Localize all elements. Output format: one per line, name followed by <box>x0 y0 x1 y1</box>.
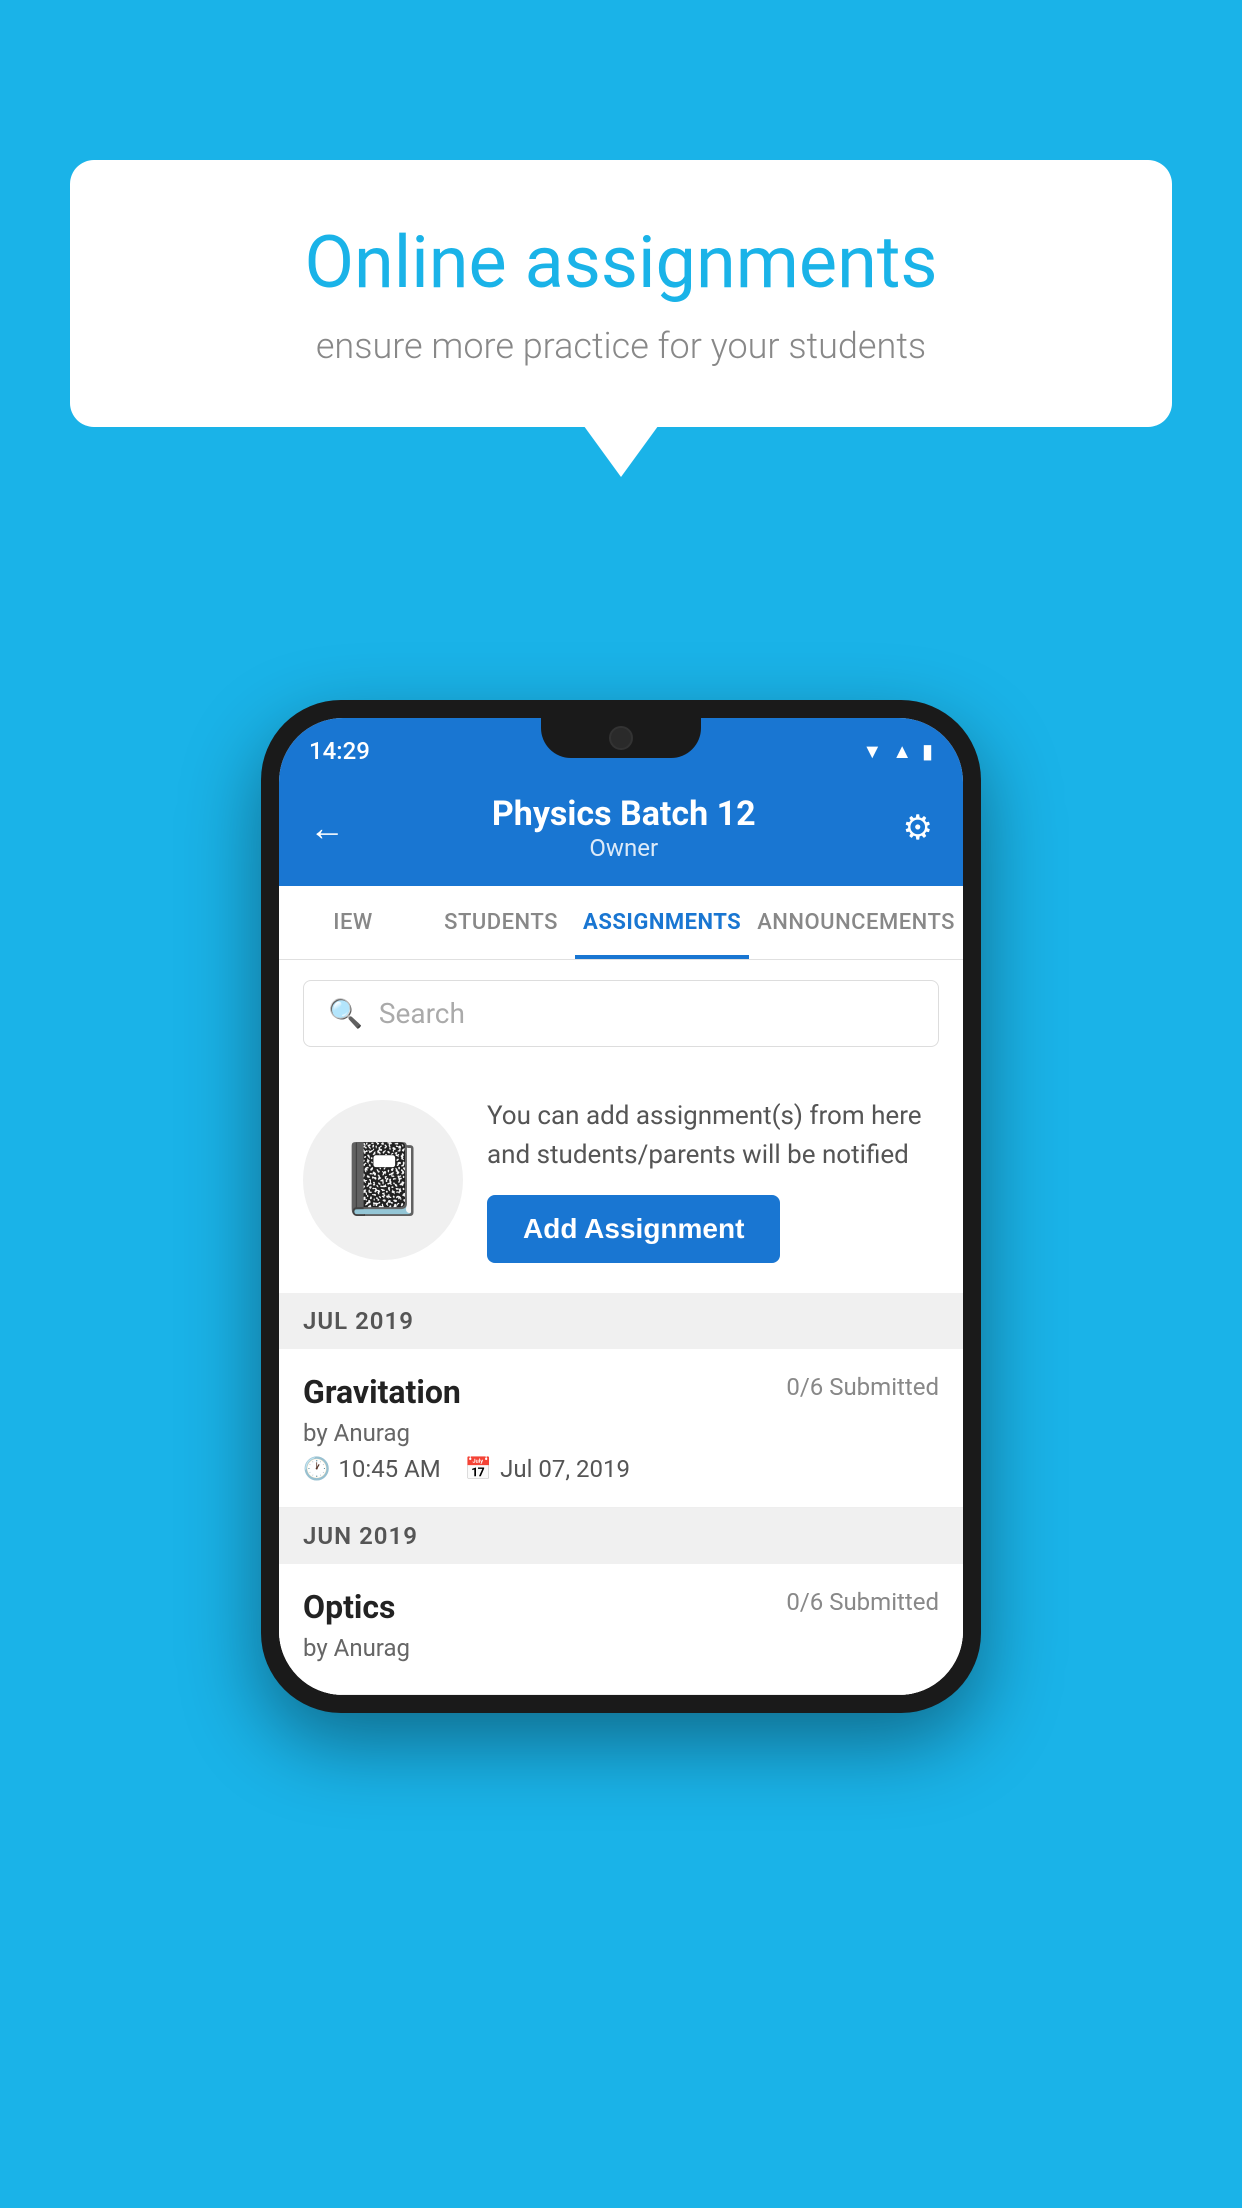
promo-content: You can add assignment(s) from here and … <box>487 1097 939 1263</box>
wifi-icon: ▼ <box>862 739 882 764</box>
phone-mockup: 14:29 ▼ ▲ ▮ ← Physics Batch 12 Owner ⚙ <box>261 700 981 1713</box>
section-jun-2019: JUN 2019 <box>279 1508 963 1564</box>
search-icon: 🔍 <box>328 997 363 1030</box>
tab-students[interactable]: STUDENTS <box>427 886 575 959</box>
clock-icon: 🕐 <box>303 1457 330 1482</box>
tab-announcements[interactable]: ANNOUNCEMENTS <box>749 886 963 959</box>
assignment-row1-optics: Optics 0/6 Submitted <box>303 1588 939 1626</box>
add-assignment-button[interactable]: Add Assignment <box>487 1195 780 1263</box>
assignment-submitted-optics: 0/6 Submitted <box>786 1588 939 1616</box>
assignment-date: Jul 07, 2019 <box>500 1455 630 1483</box>
notebook-icon: 📓 <box>339 1139 426 1221</box>
settings-button[interactable]: ⚙ <box>903 808 933 848</box>
phone-camera <box>609 726 633 750</box>
assignment-row1: Gravitation 0/6 Submitted <box>303 1373 939 1411</box>
phone-screen: 14:29 ▼ ▲ ▮ ← Physics Batch 12 Owner ⚙ <box>279 718 963 1695</box>
meta-time: 🕐 10:45 AM <box>303 1455 441 1483</box>
content-area: 🔍 Search 📓 You can add assignment(s) fro… <box>279 960 963 1695</box>
back-button[interactable]: ← <box>309 807 345 849</box>
assignment-by-optics: by Anurag <box>303 1634 939 1662</box>
meta-date: 📅 Jul 07, 2019 <box>465 1455 630 1483</box>
section-jul-2019: JUL 2019 <box>279 1293 963 1349</box>
assignment-gravitation[interactable]: Gravitation 0/6 Submitted by Anurag 🕐 10… <box>279 1349 963 1508</box>
speech-bubble-title: Online assignments <box>140 220 1102 305</box>
promo-text: You can add assignment(s) from here and … <box>487 1097 939 1175</box>
phone-notch <box>541 718 701 758</box>
tabs-bar: IEW STUDENTS ASSIGNMENTS ANNOUNCEMENTS <box>279 886 963 960</box>
header-center: Physics Batch 12 Owner <box>492 794 756 862</box>
battery-icon: ▮ <box>922 739 933 763</box>
app-header: ← Physics Batch 12 Owner ⚙ <box>279 774 963 886</box>
assignment-submitted: 0/6 Submitted <box>786 1373 939 1401</box>
tab-assignments[interactable]: ASSIGNMENTS <box>575 886 749 959</box>
batch-title: Physics Batch 12 <box>492 794 756 834</box>
promo-box: 📓 You can add assignment(s) from here an… <box>279 1067 963 1293</box>
speech-bubble-subtitle: ensure more practice for your students <box>140 325 1102 367</box>
batch-subtitle: Owner <box>492 834 756 862</box>
assignment-name-optics: Optics <box>303 1588 395 1626</box>
search-placeholder: Search <box>379 997 465 1030</box>
assignment-name: Gravitation <box>303 1373 461 1411</box>
tab-iew[interactable]: IEW <box>279 886 427 959</box>
speech-bubble: Online assignments ensure more practice … <box>70 160 1172 427</box>
search-container: 🔍 Search <box>279 960 963 1067</box>
assignment-time: 10:45 AM <box>338 1455 440 1483</box>
status-time: 14:29 <box>309 737 370 765</box>
signal-icon: ▲ <box>892 739 912 764</box>
assignment-optics[interactable]: Optics 0/6 Submitted by Anurag <box>279 1564 963 1695</box>
promo-icon-circle: 📓 <box>303 1100 463 1260</box>
status-icons: ▼ ▲ ▮ <box>862 739 933 764</box>
assignment-by: by Anurag <box>303 1419 939 1447</box>
assignment-meta: 🕐 10:45 AM 📅 Jul 07, 2019 <box>303 1455 939 1483</box>
phone-outer: 14:29 ▼ ▲ ▮ ← Physics Batch 12 Owner ⚙ <box>261 700 981 1713</box>
search-bar[interactable]: 🔍 Search <box>303 980 939 1047</box>
speech-bubble-container: Online assignments ensure more practice … <box>70 160 1172 427</box>
calendar-icon: 📅 <box>465 1457 492 1482</box>
